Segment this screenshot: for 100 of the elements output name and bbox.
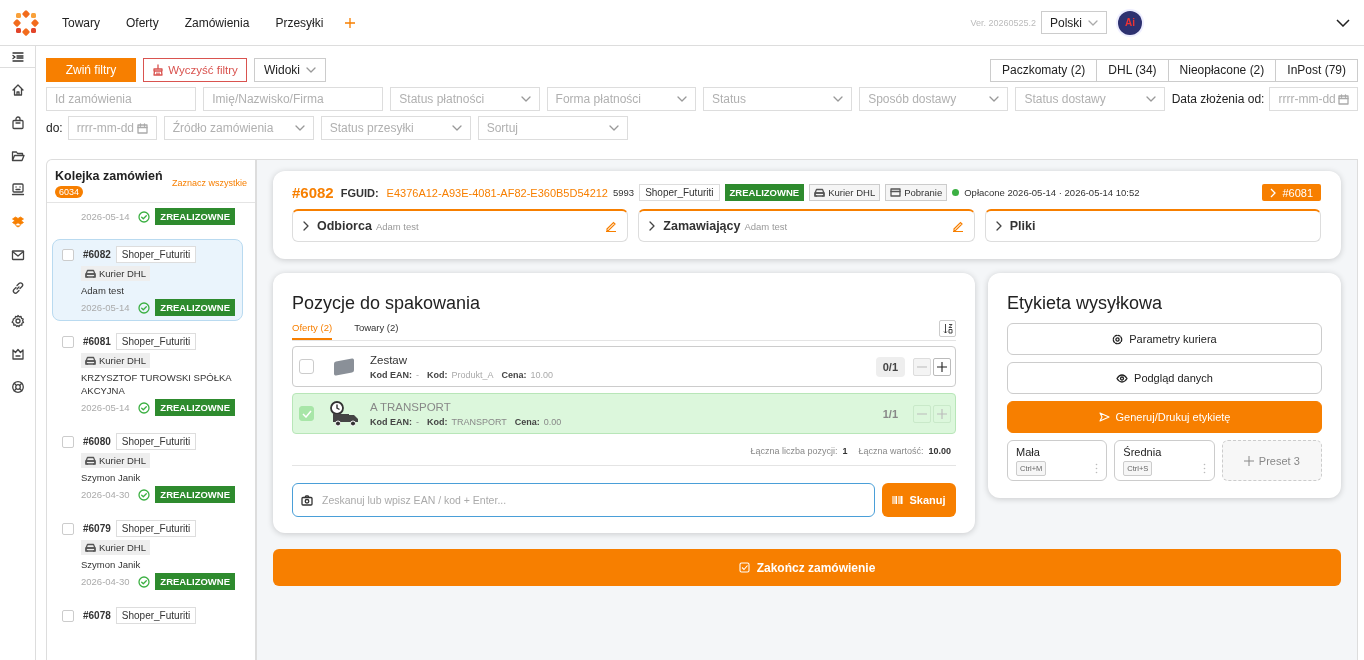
- check-circle-icon: [138, 575, 151, 588]
- checkbox[interactable]: [62, 522, 74, 535]
- eye-icon: [1116, 373, 1129, 383]
- language-select[interactable]: Polski: [1041, 11, 1107, 34]
- saved-view-button[interactable]: Paczkomaty (2): [990, 58, 1098, 82]
- nav-link[interactable]: Oferty: [113, 15, 172, 30]
- chevron-right-icon: [303, 221, 309, 231]
- nav-link[interactable]: Zamówienia: [171, 15, 263, 30]
- order-card[interactable]: #6081 Shoper_Futuriti Kurier DHL KRZYSZTOF TUROWSKI SPÓŁKA AKCYJNA 2026-05-14 ZREALIZOWNE: [52, 330, 243, 421]
- order-date: 2026-05-14: [81, 302, 131, 313]
- plus-icon: [344, 16, 357, 29]
- checkbox[interactable]: [62, 609, 74, 622]
- filter-label: Data złożenia od:: [1171, 92, 1265, 106]
- order-number: #6078: [83, 610, 111, 621]
- clear-filters-button[interactable]: Wyczyść filtry: [143, 58, 247, 82]
- scan-input-field[interactable]: Zeskanuj lub wpisz EAN / kod + Enter...: [292, 483, 875, 517]
- checkbox[interactable]: [299, 406, 314, 421]
- panel-title: Kolejka zamówień: [55, 169, 163, 183]
- calendar-icon: [1338, 93, 1349, 105]
- order-code: 5993: [613, 187, 635, 198]
- chevron-right-icon: [995, 221, 1002, 231]
- pencil-icon[interactable]: [605, 220, 618, 232]
- chevron-down-icon: [608, 125, 619, 131]
- nav-link[interactable]: Towary: [49, 15, 113, 30]
- car-icon: [85, 356, 96, 365]
- shop-tag: Shoper_Futuriti: [115, 246, 197, 263]
- chevron-down-icon: [676, 96, 687, 102]
- chevron-down-icon: [833, 96, 844, 102]
- field-label: Kod EAN:: [370, 416, 412, 427]
- truck-icon: [329, 399, 361, 428]
- order-card[interactable]: #6080 Shoper_Futuriti Kurier DHL Szymon Janik 2026-04-30 ZREALIZOWNE: [52, 430, 243, 508]
- chevron-down-icon: [989, 96, 1000, 102]
- home-icon: [10, 83, 25, 97]
- chevron-down-icon: [306, 67, 316, 73]
- order-number: #6081: [83, 336, 111, 347]
- filter-label: do:: [46, 121, 63, 135]
- order-card[interactable]: #6078 Shoper_Futuriti: [52, 604, 243, 629]
- collapsible-section[interactable]: Odbiorca Adam test: [292, 209, 629, 242]
- field-label: Cena:: [501, 369, 527, 380]
- increase-button[interactable]: [933, 357, 951, 376]
- chevron-right-icon: [649, 221, 656, 231]
- field-label: Kod:: [427, 416, 448, 427]
- quantity-counter: 0/1: [875, 356, 905, 377]
- camera-icon: [301, 495, 313, 506]
- order-card[interactable]: #6079 Shoper_Futuriti Kurier DHL Szymon Janik 2026-04-30 ZREALIZOWNE: [52, 517, 243, 595]
- customer-name: KRZYSZTOF TUROWSKI SPÓŁKA AKCYJNA: [81, 371, 233, 397]
- plus-icon: [937, 408, 947, 419]
- version-text: Ver. 20260525.2: [970, 17, 1036, 28]
- carrier-tag: Kurier DHL: [81, 453, 150, 468]
- shop-tag: Shoper_Futuriti: [115, 333, 197, 350]
- saved-view-button[interactable]: DHL (34): [1096, 58, 1169, 82]
- customer-name: Adam test: [81, 284, 125, 297]
- pencil-icon[interactable]: [951, 220, 964, 232]
- sort-icon: [942, 323, 953, 334]
- preview-button[interactable]: Podgląd danych: [1007, 362, 1322, 394]
- mail-icon: [10, 248, 25, 262]
- customer-name: Szymon Janik: [81, 471, 142, 484]
- chevron-down-icon: [451, 125, 462, 131]
- section-title: Zamawiający: [663, 219, 741, 233]
- field-value: -: [416, 369, 419, 380]
- collapsible-section[interactable]: Zamawiający Adam test: [638, 209, 975, 242]
- carrier-tag: Kurier DHL: [809, 184, 881, 201]
- order-date: 2026-04-30: [81, 489, 131, 500]
- plus-icon: [1243, 455, 1254, 466]
- chevron-down-icon[interactable]: [1336, 18, 1350, 27]
- status-badge: ZREALIZOWNE: [155, 486, 235, 503]
- section-subtitle: Adam test: [375, 220, 419, 232]
- saved-view-button[interactable]: Nieopłacone (2): [1167, 58, 1277, 82]
- shop-tag: Shoper_Futuriti: [115, 607, 197, 624]
- car-icon: [85, 269, 96, 278]
- check-circle-icon: [138, 488, 151, 501]
- checkbox[interactable]: [299, 359, 314, 374]
- car-icon: [85, 543, 96, 552]
- fguid-value: E4376A12-A93E-4081-AF82-E360B5D54212: [386, 186, 608, 199]
- checkbox[interactable]: [62, 435, 74, 448]
- tab[interactable]: Towary (2): [354, 318, 399, 340]
- payment-status: Opłacone 2026-05-14 · 2026-05-14 10:52: [964, 187, 1140, 198]
- checkbox[interactable]: [62, 248, 74, 261]
- order-date: 2026-04-30: [81, 576, 131, 587]
- nav-link[interactable]: Przesyłki: [262, 15, 337, 30]
- saved-view-button[interactable]: InPost (79): [1275, 58, 1358, 82]
- shop-tag: Shoper_Futuriti: [115, 433, 197, 450]
- payment-tag: Pobranie: [885, 184, 948, 201]
- views-dropdown[interactable]: Widoki: [254, 58, 326, 82]
- status-badge: ZREALIZOWNE: [155, 399, 235, 416]
- calendar-icon: [136, 122, 148, 134]
- sort-button[interactable]: [939, 320, 956, 337]
- car-icon: [814, 188, 826, 197]
- collapsible-section[interactable]: Pliki: [984, 209, 1321, 242]
- checkbox[interactable]: [62, 335, 74, 348]
- order-card[interactable]: #6082 Shoper_Futuriti Kurier DHL Adam test 2026-05-14 ZREALIZOWNE: [52, 239, 243, 321]
- courier-settings-button[interactable]: Parametry kuriera: [1007, 323, 1322, 355]
- shop-tag: Shoper_Futuriti: [115, 520, 197, 537]
- order-card[interactable]: 2026-05-14 ZREALIZOWNE: [52, 203, 243, 230]
- logo-icon[interactable]: [13, 9, 39, 36]
- boxes-icon: [10, 215, 25, 229]
- customer-name: Szymon Janik: [81, 558, 142, 571]
- status-badge: ZREALIZOWNE: [155, 299, 235, 316]
- order-number: #6082: [83, 249, 111, 260]
- settings-icon: [1112, 333, 1124, 345]
